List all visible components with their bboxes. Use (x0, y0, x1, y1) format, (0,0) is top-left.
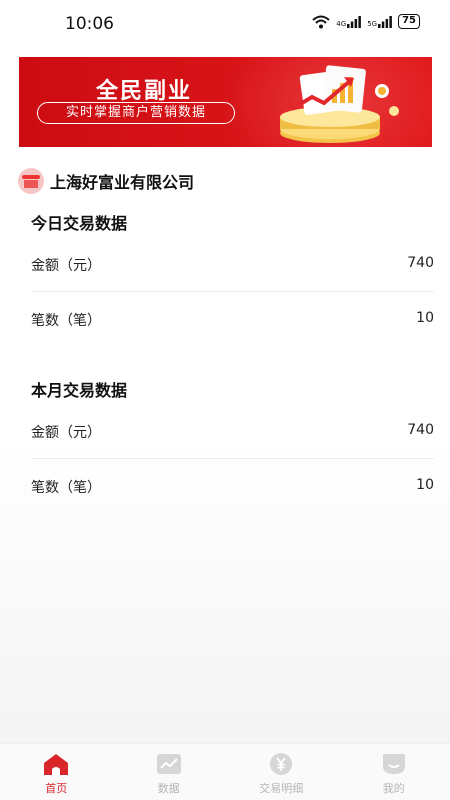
month-count-value: 10 (416, 477, 434, 493)
wifi-icon (312, 15, 330, 28)
nav-label-home: 首页 (45, 782, 68, 795)
month-count-row: 笔数（笔） 10 (31, 477, 434, 497)
home-icon (44, 754, 69, 775)
nav-label-transactions: 交易明细 (259, 782, 304, 795)
nav-item-home[interactable]: 首页 (0, 744, 113, 800)
nav-label-data: 数据 (157, 782, 180, 795)
battery-indicator: 75 (398, 14, 420, 29)
today-section-title: 今日交易数据 (31, 214, 128, 233)
nav-item-profile[interactable]: 我的 (338, 744, 450, 800)
month-amount-value: 740 (407, 422, 434, 438)
banner-title: 全民副业 (95, 79, 192, 104)
divider (31, 458, 434, 459)
today-amount-label: 金额（元） (31, 258, 101, 274)
chart-icon (156, 754, 181, 774)
signal-4g-label: 4G (336, 19, 347, 28)
company-name: 上海好富业有限公司 (50, 173, 195, 192)
nav-item-data[interactable]: 数据 (113, 744, 226, 800)
store-icon (18, 168, 44, 194)
today-amount-value: 740 (407, 255, 434, 271)
today-count-label: 笔数（笔） (31, 313, 101, 329)
company-row[interactable]: 上海好富业有限公司 (18, 168, 194, 194)
nav-label-profile: 我的 (382, 782, 405, 795)
signal-5g-label: 5G (367, 19, 378, 28)
divider (31, 291, 434, 292)
today-count-value: 10 (416, 310, 434, 326)
today-count-row: 笔数（笔） 10 (31, 310, 434, 330)
status-icons: 4G 5G 75 (312, 14, 420, 29)
signal-4g-icon: 4G (336, 15, 362, 28)
month-count-label: 笔数（笔） (31, 480, 101, 496)
status-bar: 10:06 4G 5G 75 (0, 0, 450, 48)
today-amount-row: 金额（元） 740 (31, 255, 434, 275)
month-amount-label: 金额（元） (31, 425, 101, 441)
signal-5g-icon: 5G (367, 15, 392, 28)
status-time: 10:06 (65, 14, 114, 34)
promo-banner[interactable]: 全民副业 实时掌握商户营销数据 (19, 57, 432, 147)
bottom-nav: 首页 数据 交易明细 我的 (0, 743, 450, 800)
month-section-title: 本月交易数据 (31, 381, 128, 400)
profile-icon (382, 754, 405, 774)
yuan-icon (270, 753, 293, 775)
banner-subtitle: 实时掌握商户营销数据 (37, 102, 235, 124)
growth-chart-graphic-icon (280, 65, 399, 143)
month-amount-row: 金额（元） 740 (31, 422, 434, 442)
nav-item-transactions[interactable]: 交易明细 (225, 744, 338, 800)
